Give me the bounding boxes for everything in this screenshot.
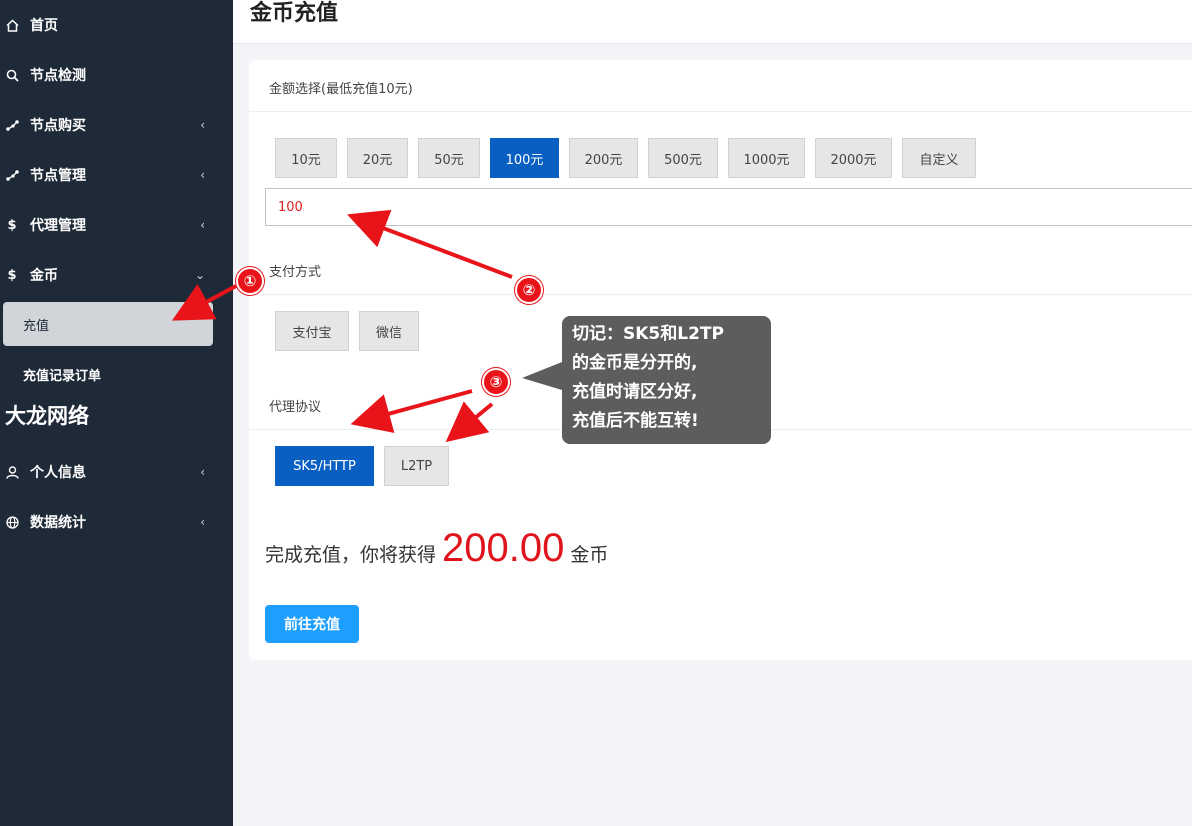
result-prefix: 完成充值，你将获得	[265, 544, 437, 566]
amount-option-50[interactable]: 50元	[418, 138, 480, 178]
callout-line: 切记：SK5和L2TP	[572, 324, 724, 344]
amount-label: 金额选择(最低充值10元)	[269, 82, 413, 97]
sidebar-item-label: 首页	[30, 18, 58, 34]
callout-line: 充值后不能互转!	[572, 411, 699, 431]
chevron-left-icon: ‹	[200, 465, 205, 479]
sidebar-item-label: 金币	[30, 268, 58, 284]
sidebar-subitem-label: 充值	[23, 318, 50, 334]
page-title: 金币充值	[250, 1, 339, 26]
protocol-option-sk5[interactable]: SK5/HTTP	[275, 446, 374, 486]
payment-option-alipay[interactable]: 支付宝	[275, 311, 349, 351]
amount-option-100[interactable]: 100元	[490, 138, 559, 178]
amount-option-2000[interactable]: 2000元	[815, 138, 892, 178]
sidebar-item-agent-manage[interactable]: $ 代理管理 ‹	[0, 207, 233, 243]
sidebar-item-label: 代理管理	[30, 218, 86, 234]
sidebar-item-node-manage[interactable]: 节点管理 ‹	[0, 157, 233, 193]
annotation-marker-3: ③	[482, 368, 510, 396]
sidebar-item-home[interactable]: 首页	[0, 7, 233, 43]
sidebar-item-label: 节点检测	[30, 68, 86, 84]
amount-option-20[interactable]: 20元	[347, 138, 408, 178]
result-suffix: 金币	[570, 544, 609, 566]
user-icon	[5, 465, 19, 479]
watermark: 大龙网络	[5, 404, 89, 428]
share-icon	[5, 119, 19, 132]
amount-option-10[interactable]: 10元	[275, 138, 337, 178]
sidebar: 首页 节点检测 节点购买 ‹ 节点管理 ‹ $ 代理管理 ‹ $ 金币 ⌄ 充值…	[0, 0, 233, 826]
divider	[249, 294, 1192, 295]
amount-input[interactable]	[265, 188, 1192, 226]
protocol-option-l2tp[interactable]: L2TP	[384, 446, 449, 486]
sidebar-item-stats[interactable]: 数据统计 ‹	[0, 504, 233, 540]
page-header: 金币充值	[233, 0, 1192, 44]
chevron-down-icon: ⌄	[194, 268, 205, 282]
sidebar-item-label: 节点管理	[30, 168, 86, 184]
amount-option-1000[interactable]: 1000元	[728, 138, 805, 178]
sidebar-item-coins[interactable]: $ 金币 ⌄	[0, 257, 233, 293]
dollar-icon: $	[7, 267, 17, 283]
amount-option-200[interactable]: 200元	[569, 138, 638, 178]
callout-line: 充值时请区分好,	[572, 382, 698, 402]
result-amount: 200.00	[442, 526, 565, 570]
sidebar-item-label: 个人信息	[30, 465, 86, 481]
sidebar-item-label: 节点购买	[30, 118, 86, 134]
share-icon	[5, 169, 19, 182]
warning-callout: 切记：SK5和L2TP 的金币是分开的, 充值时请区分好, 充值后不能互转!	[562, 316, 771, 444]
chevron-left-icon: ‹	[200, 218, 205, 232]
chevron-left-icon: ‹	[200, 118, 205, 132]
payment-option-wechat[interactable]: 微信	[359, 311, 419, 351]
result-text: 完成充值，你将获得 200.00 金币	[265, 526, 608, 571]
sidebar-item-node-check[interactable]: 节点检测	[0, 57, 233, 93]
dollar-icon: $	[7, 217, 17, 233]
submit-recharge-button[interactable]: 前往充值	[265, 605, 359, 643]
divider	[249, 111, 1192, 112]
sidebar-subitem-label: 充值记录订单	[23, 368, 102, 384]
sidebar-subitem-recharge[interactable]: 充值	[3, 302, 213, 346]
sidebar-item-label: 数据统计	[30, 515, 86, 531]
sidebar-item-profile[interactable]: 个人信息 ‹	[0, 454, 233, 490]
amount-option-custom[interactable]: 自定义	[902, 138, 976, 178]
amount-option-500[interactable]: 500元	[648, 138, 718, 178]
home-icon	[5, 18, 19, 32]
chevron-left-icon: ‹	[200, 515, 205, 529]
annotation-marker-2: ②	[515, 276, 543, 304]
sidebar-subitem-recharge-orders[interactable]: 充值记录订单	[0, 358, 233, 390]
globe-icon	[5, 515, 19, 529]
callout-line: 的金币是分开的,	[572, 353, 698, 373]
sidebar-item-node-buy[interactable]: 节点购买 ‹	[0, 107, 233, 143]
search-icon	[5, 69, 19, 82]
protocol-label: 代理协议	[269, 400, 322, 415]
payment-label: 支付方式	[269, 265, 322, 280]
chevron-left-icon: ‹	[200, 168, 205, 182]
annotation-marker-1: ①	[236, 267, 264, 295]
